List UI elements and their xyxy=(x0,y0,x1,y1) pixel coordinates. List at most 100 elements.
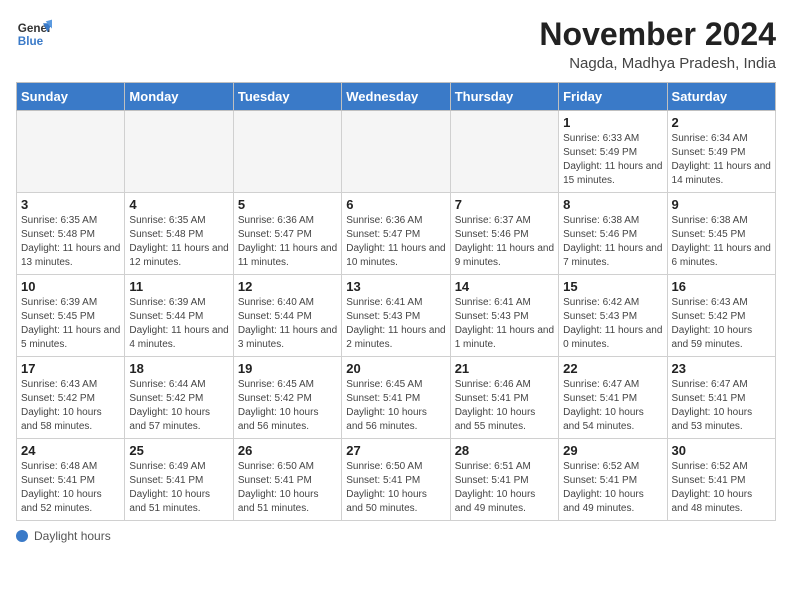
day-info-11: Sunrise: 6:39 AMSunset: 5:44 PMDaylight:… xyxy=(129,296,228,352)
day-number-2: 2 xyxy=(672,115,771,130)
daylight-label: Daylight hours xyxy=(34,529,111,543)
calendar-cell-33: 29Sunrise: 6:52 AMSunset: 5:41 PMDayligh… xyxy=(559,439,667,521)
daylight-dot xyxy=(16,530,28,542)
day-info-9: Sunrise: 6:38 AMSunset: 5:45 PMDaylight:… xyxy=(672,214,771,270)
day-info-30: Sunrise: 6:52 AMSunset: 5:41 PMDaylight:… xyxy=(672,460,771,516)
calendar-cell-14: 10Sunrise: 6:39 AMSunset: 5:45 PMDayligh… xyxy=(17,275,125,357)
day-number-19: 19 xyxy=(238,361,337,376)
day-number-5: 5 xyxy=(238,197,337,212)
calendar-cell-22: 18Sunrise: 6:44 AMSunset: 5:42 PMDayligh… xyxy=(125,357,233,439)
day-info-13: Sunrise: 6:41 AMSunset: 5:43 PMDaylight:… xyxy=(346,296,445,352)
day-info-22: Sunrise: 6:47 AMSunset: 5:41 PMDaylight:… xyxy=(563,378,662,434)
day-info-1: Sunrise: 6:33 AMSunset: 5:49 PMDaylight:… xyxy=(563,132,662,188)
calendar-cell-4 xyxy=(450,111,558,193)
calendar-cell-2 xyxy=(233,111,341,193)
day-info-25: Sunrise: 6:49 AMSunset: 5:41 PMDaylight:… xyxy=(129,460,228,516)
calendar-cell-34: 30Sunrise: 6:52 AMSunset: 5:41 PMDayligh… xyxy=(667,439,775,521)
calendar-cell-19: 15 Sunrise: 6:42 AMSunset: 5:43 PMDayligh… xyxy=(559,275,667,357)
day-number-28: 28 xyxy=(455,443,554,458)
day-number-21: 21 xyxy=(455,361,554,376)
day-info-26: Sunrise: 6:50 AMSunset: 5:41 PMDaylight:… xyxy=(238,460,337,516)
day-info-27: Sunrise: 6:50 AMSunset: 5:41 PMDaylight:… xyxy=(346,460,445,516)
day-info-5: Sunrise: 6:36 AMSunset: 5:47 PMDaylight:… xyxy=(238,214,337,270)
day-info-14: Sunrise: 6:41 AMSunset: 5:43 PMDaylight:… xyxy=(455,296,554,352)
daylight-legend: Daylight hours xyxy=(16,529,111,543)
calendar-cell-3 xyxy=(342,111,450,193)
day-number-8: 8 xyxy=(563,197,662,212)
day-info-28: Sunrise: 6:51 AMSunset: 5:41 PMDaylight:… xyxy=(455,460,554,516)
footer: Daylight hours xyxy=(16,529,776,543)
day-info-7: Sunrise: 6:37 AMSunset: 5:46 PMDaylight:… xyxy=(455,214,554,270)
day-info-12: Sunrise: 6:40 AMSunset: 5:44 PMDaylight:… xyxy=(238,296,337,352)
day-info-3: Sunrise: 6:35 AMSunset: 5:48 PMDaylight:… xyxy=(21,214,120,270)
day-info-2: Sunrise: 6:34 AMSunset: 5:49 PMDaylight:… xyxy=(672,132,771,188)
calendar-cell-9: 5 Sunrise: 6:36 AMSunset: 5:47 PMDaylight… xyxy=(233,193,341,275)
day-number-29: 29 xyxy=(563,443,662,458)
calendar-body: 1 Sunrise: 6:33 AMSunset: 5:49 PMDaylight… xyxy=(17,111,776,521)
calendar-cell-7: 3 Sunrise: 6:35 AMSunset: 5:48 PMDaylight… xyxy=(17,193,125,275)
day-info-6: Sunrise: 6:36 AMSunset: 5:47 PMDaylight:… xyxy=(346,214,445,270)
day-number-23: 23 xyxy=(672,361,771,376)
day-info-21: Sunrise: 6:46 AMSunset: 5:41 PMDaylight:… xyxy=(455,378,554,434)
calendar-cell-1 xyxy=(125,111,233,193)
calendar-cell-29: 25Sunrise: 6:49 AMSunset: 5:41 PMDayligh… xyxy=(125,439,233,521)
day-info-16: Sunrise: 6:43 AMSunset: 5:42 PMDaylight:… xyxy=(672,296,771,352)
calendar-cell-32: 28 Sunrise: 6:51 AMSunset: 5:41 PMDayligh… xyxy=(450,439,558,521)
day-number-15: 15 xyxy=(563,279,662,294)
calendar-cell-27: 23 Sunrise: 6:47 AMSunset: 5:41 PMDayligh… xyxy=(667,357,775,439)
calendar-cell-15: 11Sunrise: 6:39 AMSunset: 5:44 PMDayligh… xyxy=(125,275,233,357)
day-number-9: 9 xyxy=(672,197,771,212)
calendar-row-2: 10Sunrise: 6:39 AMSunset: 5:45 PMDayligh… xyxy=(17,275,776,357)
day-number-27: 27 xyxy=(346,443,445,458)
day-info-15: Sunrise: 6:42 AMSunset: 5:43 PMDaylight:… xyxy=(563,296,662,352)
svg-text:Blue: Blue xyxy=(18,35,44,48)
calendar-cell-28: 24 Sunrise: 6:48 AMSunset: 5:41 PMDayligh… xyxy=(17,439,125,521)
weekday-thursday: Thursday xyxy=(450,83,558,111)
day-number-3: 3 xyxy=(21,197,120,212)
day-number-24: 24 xyxy=(21,443,120,458)
month-title: November 2024 xyxy=(539,16,776,53)
calendar-cell-25: 21 Sunrise: 6:46 AMSunset: 5:41 PMDayligh… xyxy=(450,357,558,439)
day-info-20: Sunrise: 6:45 AMSunset: 5:41 PMDaylight:… xyxy=(346,378,445,434)
day-number-6: 6 xyxy=(346,197,445,212)
day-number-26: 26 xyxy=(238,443,337,458)
calendar-cell-18: 14 Sunrise: 6:41 AMSunset: 5:43 PMDayligh… xyxy=(450,275,558,357)
calendar-cell-16: 12Sunrise: 6:40 AMSunset: 5:44 PMDayligh… xyxy=(233,275,341,357)
calendar-cell-5: 1 Sunrise: 6:33 AMSunset: 5:49 PMDaylight… xyxy=(559,111,667,193)
weekday-friday: Friday xyxy=(559,83,667,111)
day-number-14: 14 xyxy=(455,279,554,294)
day-number-7: 7 xyxy=(455,197,554,212)
day-number-20: 20 xyxy=(346,361,445,376)
day-info-17: Sunrise: 6:43 AMSunset: 5:42 PMDaylight:… xyxy=(21,378,120,434)
calendar-cell-26: 22Sunrise: 6:47 AMSunset: 5:41 PMDayligh… xyxy=(559,357,667,439)
calendar-row-4: 24 Sunrise: 6:48 AMSunset: 5:41 PMDayligh… xyxy=(17,439,776,521)
header: General Blue November 2024 Nagda, Madhya… xyxy=(16,16,776,72)
calendar-cell-10: 6 Sunrise: 6:36 AMSunset: 5:47 PMDaylight… xyxy=(342,193,450,275)
calendar: SundayMondayTuesdayWednesdayThursdayFrid… xyxy=(16,82,776,521)
calendar-row-1: 3 Sunrise: 6:35 AMSunset: 5:48 PMDaylight… xyxy=(17,193,776,275)
calendar-row-3: 17 Sunrise: 6:43 AMSunset: 5:42 PMDayligh… xyxy=(17,357,776,439)
weekday-header: SundayMondayTuesdayWednesdayThursdayFrid… xyxy=(17,83,776,111)
calendar-cell-8: 4Sunrise: 6:35 AMSunset: 5:48 PMDaylight… xyxy=(125,193,233,275)
day-info-19: Sunrise: 6:45 AMSunset: 5:42 PMDaylight:… xyxy=(238,378,337,434)
logo-icon: General Blue xyxy=(16,16,52,52)
day-info-8: Sunrise: 6:38 AMSunset: 5:46 PMDaylight:… xyxy=(563,214,662,270)
weekday-wednesday: Wednesday xyxy=(342,83,450,111)
day-number-16: 16 xyxy=(672,279,771,294)
calendar-cell-20: 16 Sunrise: 6:43 AMSunset: 5:42 PMDayligh… xyxy=(667,275,775,357)
calendar-cell-11: 7 Sunrise: 6:37 AMSunset: 5:46 PMDaylight… xyxy=(450,193,558,275)
calendar-cell-24: 20 Sunrise: 6:45 AMSunset: 5:41 PMDayligh… xyxy=(342,357,450,439)
title-area: November 2024 Nagda, Madhya Pradesh, Ind… xyxy=(539,16,776,72)
calendar-cell-31: 27 Sunrise: 6:50 AMSunset: 5:41 PMDayligh… xyxy=(342,439,450,521)
day-number-4: 4 xyxy=(129,197,228,212)
logo: General Blue xyxy=(16,16,52,52)
day-number-18: 18 xyxy=(129,361,228,376)
day-number-1: 1 xyxy=(563,115,662,130)
day-number-13: 13 xyxy=(346,279,445,294)
day-number-17: 17 xyxy=(21,361,120,376)
day-info-24: Sunrise: 6:48 AMSunset: 5:41 PMDaylight:… xyxy=(21,460,120,516)
calendar-cell-30: 26 Sunrise: 6:50 AMSunset: 5:41 PMDayligh… xyxy=(233,439,341,521)
calendar-row-0: 1 Sunrise: 6:33 AMSunset: 5:49 PMDaylight… xyxy=(17,111,776,193)
day-info-23: Sunrise: 6:47 AMSunset: 5:41 PMDaylight:… xyxy=(672,378,771,434)
weekday-saturday: Saturday xyxy=(667,83,775,111)
